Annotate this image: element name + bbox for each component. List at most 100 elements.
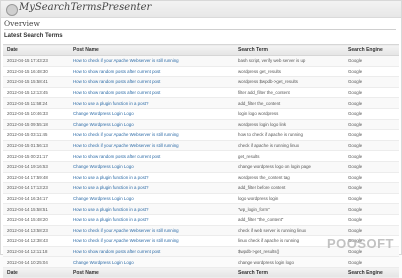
cell-post-name[interactable]: Change Wordpress Login Logo: [69, 256, 234, 268]
watermark-logo: POOSOFT: [326, 236, 394, 251]
cell-search-term: check if web server is running linux: [234, 225, 344, 237]
cell-post-name[interactable]: How to use a plugin function in a post?: [69, 172, 234, 184]
table-row: 2012-04-14 16:34:17 Change Wordpress Logi…: [3, 193, 399, 205]
cell-date: 2012-04-15 03:11:45: [3, 129, 69, 141]
column-header-search-engine: Search Engine: [344, 44, 399, 56]
table-row: 2012-04-15 17:43:23 How to check if your …: [3, 55, 399, 67]
divider: [4, 29, 396, 30]
column-footer-date: Date: [3, 266, 69, 278]
cell-search-engine: Google: [344, 193, 399, 205]
table-row: 2012-04-14 17:13:23 How to use a plugin f…: [3, 182, 399, 194]
cell-post-name[interactable]: How to use a plugin function in a post?: [69, 203, 234, 215]
cell-date: 2012-04-15 12:13:45: [3, 87, 69, 99]
cell-search-term: filter add_filter the_content: [234, 87, 344, 99]
cell-search-engine: Google: [344, 150, 399, 162]
cell-search-engine: Google: [344, 140, 399, 152]
cell-search-engine: Google: [344, 87, 399, 99]
cell-search-term: bash script, verify web server is up: [234, 55, 344, 67]
table-row: 2012-04-15 16:48:30 How to show random po…: [3, 66, 399, 78]
cell-search-term: add_filter the_content: [234, 97, 344, 109]
cell-date: 2012-04-14 17:59:48: [3, 172, 69, 184]
table-row: 2012-04-15 01:56:13 How to check if your …: [3, 140, 399, 152]
app-title: MySearchTermsPresenter: [19, 2, 152, 13]
cell-date: 2012-04-14 13:58:23: [3, 225, 69, 237]
cell-post-name[interactable]: How to check if your Apache Webserver is…: [69, 225, 234, 237]
cell-date: 2012-04-14 17:13:23: [3, 182, 69, 194]
section-title: Latest Search Terms: [4, 33, 63, 39]
cell-date: 2012-04-15 10:46:33: [3, 108, 69, 120]
table-footer-row: Date Post Name Search Term Search Engine: [3, 266, 399, 278]
cell-search-engine: Google: [344, 172, 399, 184]
page-heading: Overview: [4, 19, 40, 28]
cell-search-term: wordpress the_content tag: [234, 172, 344, 184]
cell-search-engine: Google: [344, 203, 399, 215]
cell-search-term: how to check if apache is running: [234, 129, 344, 141]
cell-search-term: add_filter before content: [234, 182, 344, 194]
cell-date: 2012-04-15 09:55:18: [3, 119, 69, 131]
cell-search-engine: Google: [344, 66, 399, 78]
cell-search-engine: Google: [344, 76, 399, 88]
table-row: 2012-04-14 15:58:51 How to use a plugin f…: [3, 203, 399, 215]
cell-date: 2012-04-15 16:48:30: [3, 66, 69, 78]
title-bar: MySearchTermsPresenter: [1, 1, 401, 18]
cell-search-term: "wp_login_form": [234, 203, 344, 215]
cell-date: 2012-04-15 01:56:13: [3, 140, 69, 152]
cell-search-term: wordpress $wpdb->get_results: [234, 76, 344, 88]
cell-date: 2012-04-15 11:58:24: [3, 97, 69, 109]
table-row: 2012-04-15 03:11:45 How to check if your …: [3, 129, 399, 141]
table-row: 2012-04-14 17:59:48 How to use a plugin f…: [3, 172, 399, 184]
cell-post-name[interactable]: How to use a plugin function in a post?: [69, 214, 234, 226]
cell-search-engine: Google: [344, 256, 399, 268]
cell-date: 2012-04-14 12:11:18: [3, 246, 69, 258]
cell-post-name[interactable]: Change Wordpress Login Logo: [69, 161, 234, 173]
cell-post-name[interactable]: How to use a plugin function in a post?: [69, 97, 234, 109]
cell-post-name[interactable]: How to show random posts after current p…: [69, 246, 234, 258]
cell-search-term: get_results: [234, 150, 344, 162]
cell-search-engine: Google: [344, 97, 399, 109]
cell-post-name[interactable]: How to check if your Apache Webserver is…: [69, 140, 234, 152]
cell-search-term: add_filter "the_content": [234, 214, 344, 226]
table-row: 2012-04-15 10:46:33 Change Wordpress Logi…: [3, 108, 399, 120]
plugin-icon: [6, 4, 18, 16]
cell-search-term: logo wordpress login: [234, 193, 344, 205]
cell-post-name[interactable]: Change Wordpress Login Logo: [69, 108, 234, 120]
cell-search-engine: Google: [344, 182, 399, 194]
cell-post-name[interactable]: Change Wordpress Login Logo: [69, 119, 234, 131]
cell-post-name[interactable]: How to check if your Apache Webserver is…: [69, 129, 234, 141]
table-header-row: Date Post Name Search Term Search Engine: [3, 44, 399, 56]
cell-post-name[interactable]: How to show random posts after current p…: [69, 76, 234, 88]
cell-search-term: wordpress login logo link: [234, 119, 344, 131]
cell-post-name[interactable]: How to check if your Apache Webserver is…: [69, 235, 234, 247]
cell-post-name[interactable]: How to show random posts after current p…: [69, 87, 234, 99]
column-footer-post-name: Post Name: [69, 266, 234, 278]
cell-search-engine: Google: [344, 161, 399, 173]
cell-post-name[interactable]: How to show random posts after current p…: [69, 66, 234, 78]
cell-date: 2012-04-15 17:43:23: [3, 55, 69, 67]
cell-post-name[interactable]: How to check if your Apache Webserver is…: [69, 55, 234, 67]
table-row: 2012-04-14 13:58:23 How to check if your …: [3, 225, 399, 237]
table-row: 2012-04-15 11:58:24 How to use a plugin f…: [3, 97, 399, 109]
cell-search-term: login logo wordpress: [234, 108, 344, 120]
cell-post-name[interactable]: Change Wordpress Login Logo: [69, 193, 234, 205]
cell-date: 2012-04-14 16:34:17: [3, 193, 69, 205]
table-row: 2012-04-15 00:21:17 How to show random po…: [3, 150, 399, 162]
cell-date: 2012-04-14 12:38:43: [3, 235, 69, 247]
cell-search-term: change wordpress login logo: [234, 256, 344, 268]
table-row: 2012-04-15 09:55:18 Change Wordpress Logi…: [3, 119, 399, 131]
cell-search-engine: Google: [344, 225, 399, 237]
cell-date: 2012-04-15 15:58:41: [3, 76, 69, 88]
cell-post-name[interactable]: How to use a plugin function in a post?: [69, 182, 234, 194]
cell-search-engine: Google: [344, 108, 399, 120]
column-header-search-term: Search Term: [234, 44, 344, 56]
cell-post-name[interactable]: How to show random posts after current p…: [69, 150, 234, 162]
cell-date: 2012-04-14 15:48:20: [3, 214, 69, 226]
table-row: 2012-04-14 19:16:53 Change Wordpress Logi…: [3, 161, 399, 173]
column-footer-search-engine: Search Engine: [344, 266, 399, 278]
cell-date: 2012-04-14 10:25:04: [3, 256, 69, 268]
table-row: 2012-04-14 10:25:04 Change Wordpress Logi…: [3, 256, 399, 268]
table-row: 2012-04-15 12:13:45 How to show random po…: [3, 87, 399, 99]
column-header-post-name: Post Name: [69, 44, 234, 56]
cell-search-term: wordpress get_results: [234, 66, 344, 78]
cell-search-engine: Google: [344, 129, 399, 141]
column-footer-search-term: Search Term: [234, 266, 344, 278]
